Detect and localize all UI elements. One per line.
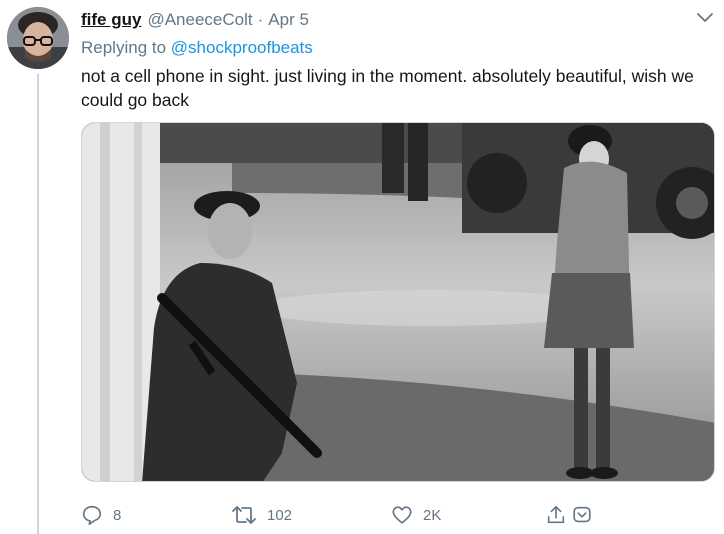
tweet-photo[interactable] [81,122,715,482]
replying-to: Replying to @shockproofbeats [81,38,313,58]
tweet-actions: 8 102 2K [81,500,711,530]
like-count: 2K [423,506,442,524]
reply-icon [82,505,102,525]
more-options-button[interactable] [694,10,716,26]
share-button[interactable] [545,500,567,530]
user-handle[interactable]: @AneeceColt [147,10,252,30]
share-icon [547,505,565,524]
avatar-image [7,7,69,69]
reply-button[interactable]: 8 [81,500,121,530]
like-button[interactable]: 2K [391,500,441,530]
avatar[interactable] [7,7,69,69]
tweet-text: not a cell phone in sight. just living i… [81,66,694,110]
bookmark-icon [573,506,591,523]
replying-to-link[interactable]: @shockproofbeats [171,38,313,57]
replying-to-label: Replying to [81,38,171,57]
retweet-icon [232,506,256,524]
photo-image [82,123,714,481]
tweet-header: fife guy @AneeceColt · Apr 5 [81,10,309,32]
chevron-down-icon [697,13,713,22]
thread-line [37,74,39,534]
display-name[interactable]: fife guy [81,10,141,30]
tweet-date[interactable]: Apr 5 [268,10,309,30]
reply-count: 8 [113,506,122,524]
retweet-count: 102 [267,506,293,524]
separator-dot: · [257,10,264,29]
retweet-button[interactable]: 102 [231,500,292,530]
bookmark-button[interactable] [571,500,593,530]
heart-icon [392,506,412,524]
